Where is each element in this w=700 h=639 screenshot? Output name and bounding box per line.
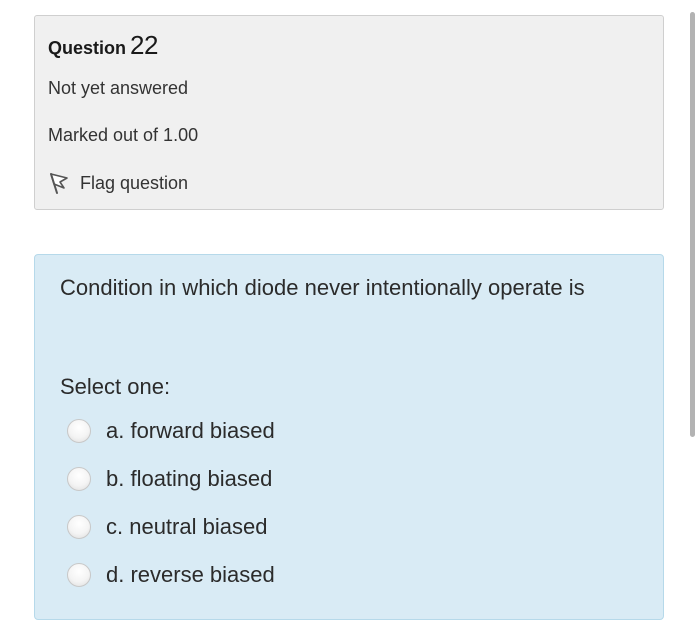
answer-label: a. forward biased (106, 418, 275, 443)
answer-prompt: Select one: (60, 374, 171, 399)
question-info-panel: Question 22 Not yet answered Marked out o… (34, 15, 664, 210)
answer-option-a[interactable]: a. forward biased (67, 418, 275, 444)
radio-button[interactable] (67, 419, 91, 443)
flag-icon (48, 171, 70, 195)
page-scrollbar[interactable] (690, 12, 695, 437)
flag-question-label: Flag question (80, 172, 189, 193)
radio-button[interactable] (67, 515, 91, 539)
quiz-page: Question 22 Not yet answered Marked out o… (0, 0, 700, 639)
flag-question-link[interactable]: Flag question (48, 171, 188, 195)
radio-button[interactable] (67, 563, 91, 587)
question-word: Question (48, 38, 127, 58)
answer-label: b. floating biased (106, 466, 273, 491)
question-number-heading: Question 22 (48, 30, 158, 61)
answer-label: c. neutral biased (106, 514, 268, 539)
answer-option-d[interactable]: d. reverse biased (67, 562, 275, 588)
answer-option-b[interactable]: b. floating biased (67, 466, 272, 492)
question-number: 22 (130, 30, 158, 60)
question-grade: Marked out of 1.00 (48, 125, 199, 145)
answer-label: d. reverse biased (106, 562, 275, 587)
answer-option-c[interactable]: c. neutral biased (67, 514, 267, 540)
question-text: Condition in which diode never intention… (60, 275, 585, 300)
radio-button[interactable] (67, 467, 91, 491)
question-content-panel: Condition in which diode never intention… (34, 254, 664, 620)
question-state: Not yet answered (48, 78, 189, 98)
